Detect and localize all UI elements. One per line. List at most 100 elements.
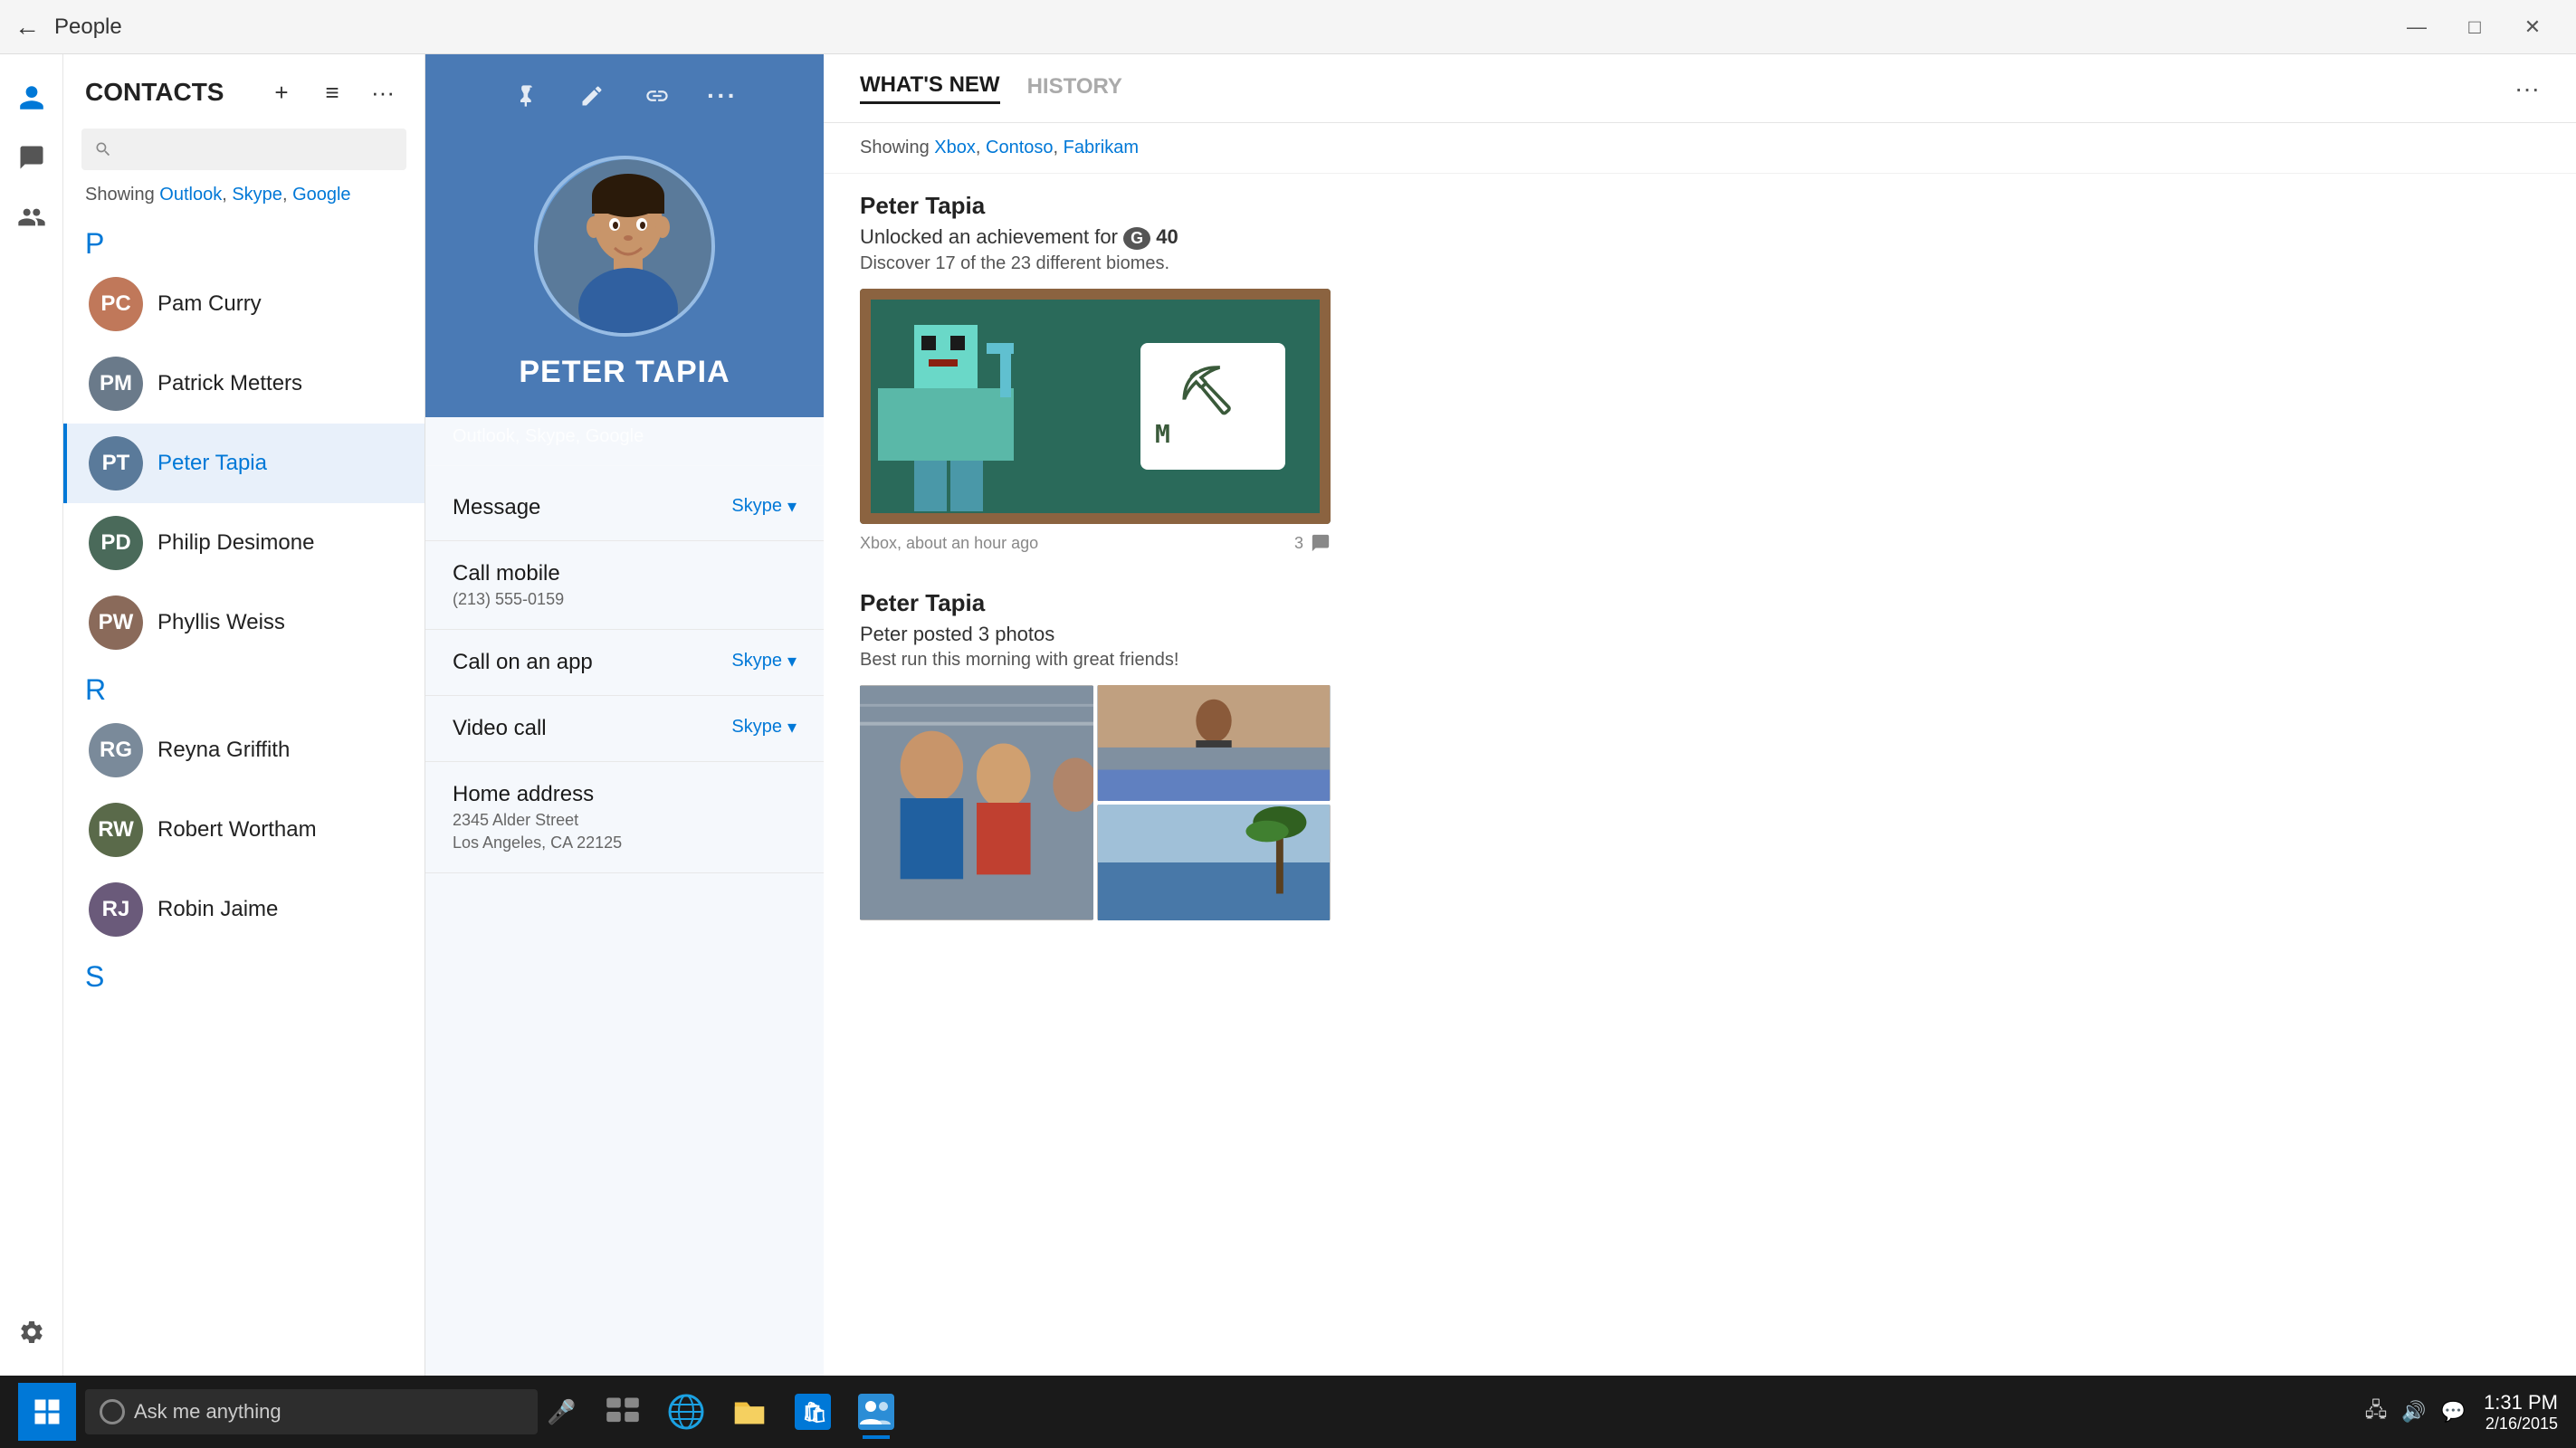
contact-name-phyllis: Phyllis Weiss bbox=[157, 610, 285, 635]
detail-more-button[interactable]: ··· bbox=[699, 72, 746, 119]
letter-p: P bbox=[63, 216, 425, 264]
minimize-button[interactable]: — bbox=[2388, 5, 2446, 50]
action-home-address[interactable]: Home address 2345 Alder Street Los Angel… bbox=[425, 762, 824, 873]
avatar-robin: RJ bbox=[89, 882, 143, 937]
search-icon bbox=[94, 139, 112, 159]
video-call-skype: Skype ▾ bbox=[731, 716, 797, 738]
video-call-label: Video call bbox=[453, 716, 547, 741]
contacts-more-button[interactable]: ··· bbox=[363, 72, 403, 112]
taskbar-right: 🖧 🔊 💬 1:31 PM 2/16/2015 bbox=[2365, 1391, 2558, 1434]
action-call-mobile[interactable]: Call mobile (213) 555-0159 bbox=[425, 541, 824, 630]
nav-settings[interactable] bbox=[6, 1307, 57, 1358]
title-bar: ← People — □ ✕ bbox=[0, 0, 2576, 54]
contact-phyllis-weiss[interactable]: PW Phyllis Weiss bbox=[63, 583, 425, 662]
nav-chat[interactable] bbox=[6, 132, 57, 183]
maximize-button[interactable]: □ bbox=[2446, 5, 2504, 50]
letter-s: S bbox=[63, 949, 425, 997]
contact-robin-jaime[interactable]: RJ Robin Jaime bbox=[63, 870, 425, 949]
fabrikam-link[interactable]: Fabrikam bbox=[1064, 138, 1139, 157]
contact-name-pam: Pam Curry bbox=[157, 291, 262, 317]
contact-patrick-metters[interactable]: PM Patrick Metters bbox=[63, 344, 425, 424]
svg-text:⛏: ⛏ bbox=[1177, 364, 1236, 418]
contact-reyna-griffith[interactable]: RG Reyna Griffith bbox=[63, 710, 425, 790]
window-controls: — □ ✕ bbox=[2388, 5, 2562, 50]
whats-new-panel: WHAT'S NEW HISTORY ··· Showing Xbox, Con… bbox=[824, 54, 2576, 1376]
photo-small-2 bbox=[1097, 805, 1331, 920]
call-mobile-number: (213) 555-0159 bbox=[453, 590, 564, 609]
detail-toolbar: ··· bbox=[425, 54, 824, 138]
avatar-philip: PD bbox=[89, 516, 143, 570]
app-content: CONTACTS + ≡ ··· Showing Outlook, Skype,… bbox=[0, 54, 2576, 1376]
taskbar-search-placeholder: Ask me anything bbox=[134, 1400, 281, 1424]
nav-groups[interactable] bbox=[6, 192, 57, 243]
news-person-2: Peter Tapia bbox=[860, 589, 2540, 617]
taskbar-apps: 🛍 bbox=[594, 1383, 905, 1441]
taskbar-search[interactable]: Ask me anything bbox=[85, 1389, 538, 1434]
contacts-panel: CONTACTS + ≡ ··· Showing Outlook, Skype,… bbox=[63, 54, 425, 1376]
contact-name-reyna: Reyna Griffith bbox=[157, 738, 290, 763]
avatar-phyllis: PW bbox=[89, 595, 143, 650]
back-button[interactable]: ← bbox=[14, 13, 40, 42]
whats-new-more-button[interactable]: ··· bbox=[2514, 74, 2540, 103]
news-comments-1[interactable]: 3 bbox=[1294, 533, 1331, 553]
contact-name-robert: Robert Wortham bbox=[157, 817, 317, 843]
detail-sources: Outlook, Skype, Google bbox=[425, 417, 824, 456]
search-circle-icon bbox=[100, 1399, 125, 1424]
taskbar-store[interactable]: 🛍 bbox=[784, 1383, 842, 1441]
whats-new-showing: Showing Xbox, Contoso, Fabrikam bbox=[824, 123, 2576, 174]
news-item-minecraft: Peter Tapia Unlocked an achievement for … bbox=[860, 192, 2540, 553]
link-button[interactable] bbox=[634, 72, 681, 119]
close-button[interactable]: ✕ bbox=[2504, 5, 2562, 50]
comment-icon bbox=[1311, 533, 1331, 553]
notification-icon[interactable]: 💬 bbox=[2441, 1400, 2466, 1424]
nav-sidebar bbox=[0, 54, 63, 1376]
detail-actions: Outlook, Skype, Google Message Skype ▾ C… bbox=[425, 417, 824, 1376]
start-button[interactable] bbox=[18, 1383, 76, 1441]
taskbar: Ask me anything 🎤 🛍 🖧 🔊 bbox=[0, 1376, 2576, 1448]
xbox-link[interactable]: Xbox bbox=[934, 138, 976, 157]
taskbar-people[interactable] bbox=[847, 1383, 905, 1441]
tab-whats-new[interactable]: WHAT'S NEW bbox=[860, 72, 1000, 104]
message-label: Message bbox=[453, 495, 540, 520]
contact-philip-desimone[interactable]: PD Philip Desimone bbox=[63, 503, 425, 583]
taskbar-ie[interactable] bbox=[657, 1383, 715, 1441]
news-photos-grid bbox=[860, 685, 1331, 920]
tab-history[interactable]: HISTORY bbox=[1027, 74, 1122, 103]
contoso-link[interactable]: Contoso bbox=[986, 138, 1054, 157]
list-view-button[interactable]: ≡ bbox=[312, 72, 352, 112]
taskbar-datetime[interactable]: 1:31 PM 2/16/2015 bbox=[2484, 1391, 2558, 1434]
mic-button[interactable]: 🎤 bbox=[547, 1398, 576, 1426]
taskbar-taskview[interactable] bbox=[594, 1383, 652, 1441]
search-box[interactable] bbox=[81, 129, 406, 170]
contact-peter-tapia[interactable]: PT Peter Tapia bbox=[63, 424, 425, 503]
google-link[interactable]: Google bbox=[292, 185, 351, 205]
action-video-call[interactable]: Video call Skype ▾ bbox=[425, 696, 824, 762]
action-call-app[interactable]: Call on an app Skype ▾ bbox=[425, 630, 824, 696]
nav-people[interactable] bbox=[6, 72, 57, 123]
contact-name-peter: Peter Tapia bbox=[157, 451, 267, 476]
showing-sources: Showing Outlook, Skype, Google bbox=[63, 181, 425, 216]
call-app-label: Call on an app bbox=[453, 650, 593, 675]
contact-pam-curry[interactable]: PC Pam Curry bbox=[63, 264, 425, 344]
news-feed: Peter Tapia Unlocked an achievement for … bbox=[824, 174, 2576, 1376]
current-date: 2/16/2015 bbox=[2485, 1415, 2558, 1434]
comment-count-1: 3 bbox=[1294, 534, 1303, 553]
network-icon[interactable]: 🖧 bbox=[2365, 1395, 2388, 1429]
outlook-link[interactable]: Outlook bbox=[159, 185, 222, 205]
edit-button[interactable] bbox=[568, 72, 615, 119]
news-person-1: Peter Tapia bbox=[860, 192, 2540, 220]
taskbar-file-explorer[interactable] bbox=[720, 1383, 778, 1441]
home-address-line1: 2345 Alder Street bbox=[453, 811, 622, 830]
home-address-label: Home address bbox=[453, 782, 622, 807]
photo-main bbox=[860, 685, 1093, 920]
pin-button[interactable] bbox=[503, 72, 550, 119]
search-input[interactable] bbox=[121, 138, 394, 161]
volume-icon[interactable]: 🔊 bbox=[2401, 1400, 2426, 1424]
action-message[interactable]: Message Skype ▾ bbox=[425, 475, 824, 541]
message-skype: Skype ▾ bbox=[731, 495, 797, 518]
skype-link[interactable]: Skype bbox=[232, 185, 282, 205]
add-contact-button[interactable]: + bbox=[262, 72, 301, 112]
contact-robert-wortham[interactable]: RW Robert Wortham bbox=[63, 790, 425, 870]
avatar-pam: PC bbox=[89, 277, 143, 331]
call-app-skype: Skype ▾ bbox=[731, 650, 797, 672]
